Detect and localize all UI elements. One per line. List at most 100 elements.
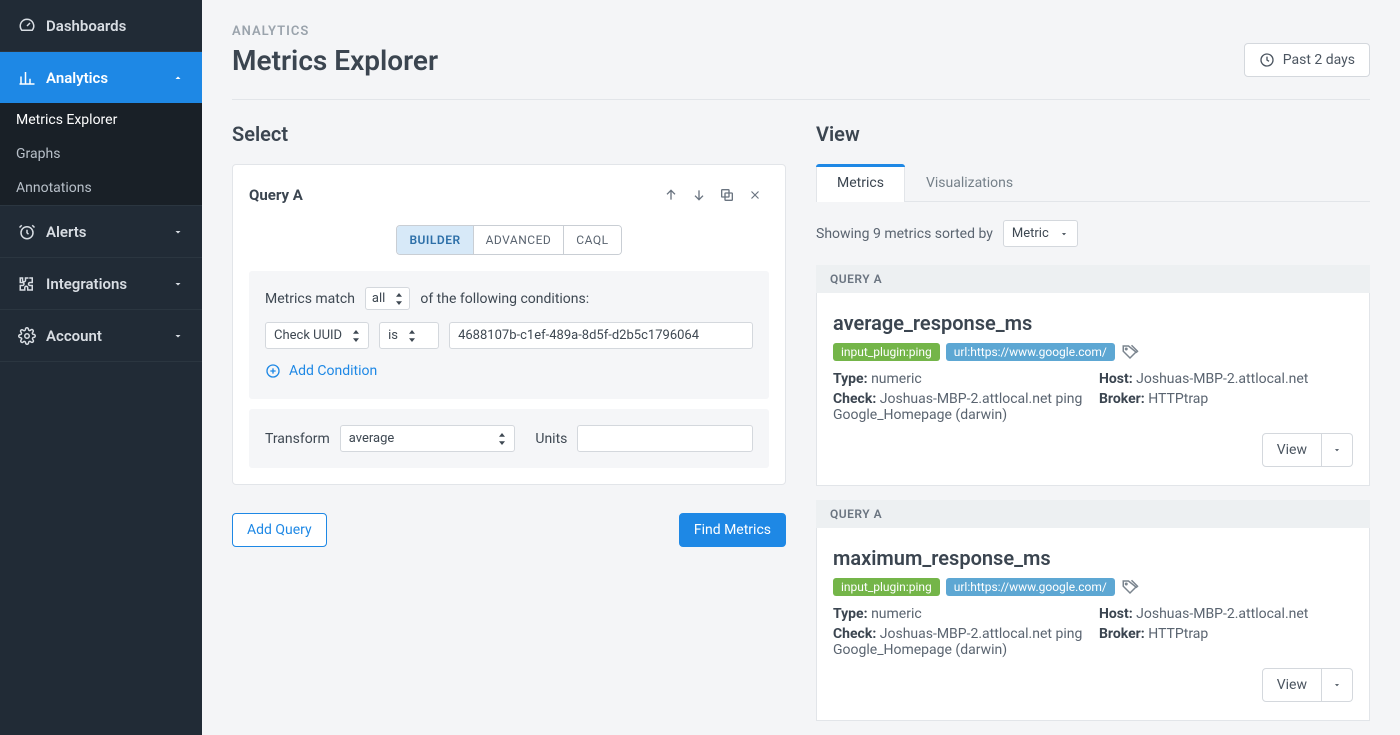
duplicate-button[interactable] xyxy=(713,181,741,209)
units-input[interactable] xyxy=(577,425,753,452)
nav-annotations[interactable]: Annotations xyxy=(0,171,202,205)
gauge-icon xyxy=(18,17,36,35)
condition-field-value: Check UUID xyxy=(274,328,342,343)
query-mode-tabs: BUILDER ADVANCED CAQL xyxy=(396,225,621,255)
sort-by-select[interactable]: Metric xyxy=(1003,220,1078,247)
match-mode-value: all xyxy=(372,291,385,306)
breadcrumb: ANALYTICS xyxy=(232,24,1370,39)
nav-dashboards[interactable]: Dashboards xyxy=(0,0,202,51)
plus-circle-icon xyxy=(265,363,281,379)
nav-label: Dashboards xyxy=(46,17,126,35)
tags-icon[interactable] xyxy=(1121,578,1139,596)
nav-label: Account xyxy=(46,327,102,345)
time-range-button[interactable]: Past 2 days xyxy=(1244,43,1370,77)
sort-text: Showing 9 metrics sorted by xyxy=(816,226,993,242)
add-condition-label: Add Condition xyxy=(289,363,377,379)
nav-label: Analytics xyxy=(46,69,108,87)
metric-tag-plugin[interactable]: input_plugin:ping xyxy=(833,343,940,361)
chevron-down-icon xyxy=(1059,229,1069,239)
query-card: Query A xyxy=(232,164,786,485)
metric-group-header: QUERY A xyxy=(816,265,1370,293)
condition-value-input[interactable] xyxy=(449,322,753,349)
time-range-label: Past 2 days xyxy=(1283,52,1355,68)
nav-alerts[interactable]: Alerts xyxy=(0,206,202,257)
units-label: Units xyxy=(535,431,567,447)
select-caret-icon xyxy=(408,330,416,342)
transform-label: Transform xyxy=(265,431,330,447)
metric-type: Type: numeric xyxy=(833,371,1087,387)
chevron-down-icon xyxy=(172,330,184,342)
metric-tag-url[interactable]: url:https://www.google.com/ xyxy=(946,343,1115,361)
add-condition-button[interactable]: Add Condition xyxy=(265,363,377,379)
nav-integrations[interactable]: Integrations xyxy=(0,258,202,309)
clock-alert-icon xyxy=(18,223,36,241)
nav-label: Alerts xyxy=(46,223,87,241)
metric-host: Host: Joshuas-MBP-2.attlocal.net xyxy=(1099,371,1353,387)
remove-query-button[interactable] xyxy=(741,181,769,209)
metric-check: Check: Joshuas-MBP-2.attlocal.net ping G… xyxy=(833,626,1087,658)
tab-visualizations[interactable]: Visualizations xyxy=(905,164,1034,201)
find-metrics-label: Find Metrics xyxy=(694,522,771,538)
bar-chart-icon xyxy=(18,69,36,87)
nav-account[interactable]: Account xyxy=(0,310,202,361)
metric-card: maximum_response_ms input_plugin:ping ur… xyxy=(816,528,1370,721)
metric-name: maximum_response_ms xyxy=(833,546,1353,570)
select-caret-icon xyxy=(395,293,403,305)
add-query-label: Add Query xyxy=(247,522,312,538)
metric-name: average_response_ms xyxy=(833,311,1353,335)
view-metric-caret[interactable] xyxy=(1322,668,1353,702)
condition-op-select[interactable]: is xyxy=(379,322,439,349)
main-content: ANALYTICS Metrics Explorer Past 2 days S… xyxy=(202,0,1400,735)
chevron-down-icon xyxy=(172,226,184,238)
page-title: Metrics Explorer xyxy=(232,44,438,77)
tab-advanced[interactable]: ADVANCED xyxy=(473,226,564,254)
match-mode-select[interactable]: all xyxy=(365,287,410,310)
transform-box: Transform average Units xyxy=(249,409,769,468)
select-caret-icon xyxy=(352,330,360,342)
query-label: Query A xyxy=(249,186,303,204)
find-metrics-button[interactable]: Find Metrics xyxy=(679,513,786,547)
nav-analytics[interactable]: Analytics xyxy=(0,52,202,103)
tab-builder[interactable]: BUILDER xyxy=(397,226,472,254)
clock-icon xyxy=(1259,52,1275,68)
metric-card: average_response_ms input_plugin:ping ur… xyxy=(816,293,1370,486)
metric-check: Check: Joshuas-MBP-2.attlocal.net ping G… xyxy=(833,391,1087,423)
add-query-button[interactable]: Add Query xyxy=(232,513,327,547)
transform-value: average xyxy=(349,431,395,446)
puzzle-icon xyxy=(18,275,36,293)
metric-group-header: QUERY A xyxy=(816,500,1370,528)
move-up-button[interactable] xyxy=(657,181,685,209)
tab-caql[interactable]: CAQL xyxy=(563,226,620,254)
metric-broker: Broker: HTTPtrap xyxy=(1099,626,1353,658)
metric-tag-url[interactable]: url:https://www.google.com/ xyxy=(946,578,1115,596)
view-metric-caret[interactable] xyxy=(1322,433,1353,467)
nav-metrics-explorer[interactable]: Metrics Explorer xyxy=(0,103,202,137)
view-tabs: Metrics Visualizations xyxy=(816,164,1370,202)
nav-graphs[interactable]: Graphs xyxy=(0,137,202,171)
metric-broker: Broker: HTTPtrap xyxy=(1099,391,1353,423)
tags-icon[interactable] xyxy=(1121,343,1139,361)
metric-tag-plugin[interactable]: input_plugin:ping xyxy=(833,578,940,596)
condition-field-select[interactable]: Check UUID xyxy=(265,322,369,349)
move-down-button[interactable] xyxy=(685,181,713,209)
view-title: View xyxy=(816,122,1370,146)
chevron-down-icon xyxy=(172,278,184,290)
nav-analytics-submenu: Metrics Explorer Graphs Annotations xyxy=(0,103,202,205)
metric-type: Type: numeric xyxy=(833,606,1087,622)
view-metric-button[interactable]: View xyxy=(1262,433,1322,467)
condition-op-value: is xyxy=(388,328,398,343)
select-title: Select xyxy=(232,122,786,146)
match-post-label: of the following conditions: xyxy=(420,291,589,307)
sort-by-value: Metric xyxy=(1012,226,1049,241)
sidebar: Dashboards Analytics Metrics Explorer Gr… xyxy=(0,0,202,735)
divider xyxy=(232,99,1370,100)
transform-select[interactable]: average xyxy=(340,425,516,452)
conditions-box: Metrics match all of the following condi… xyxy=(249,271,769,399)
tab-metrics[interactable]: Metrics xyxy=(816,164,905,201)
select-caret-icon xyxy=(498,433,506,445)
metric-host: Host: Joshuas-MBP-2.attlocal.net xyxy=(1099,606,1353,622)
chevron-up-icon xyxy=(172,72,184,84)
gear-icon xyxy=(18,327,36,345)
nav-label: Integrations xyxy=(46,275,127,293)
view-metric-button[interactable]: View xyxy=(1262,668,1322,702)
